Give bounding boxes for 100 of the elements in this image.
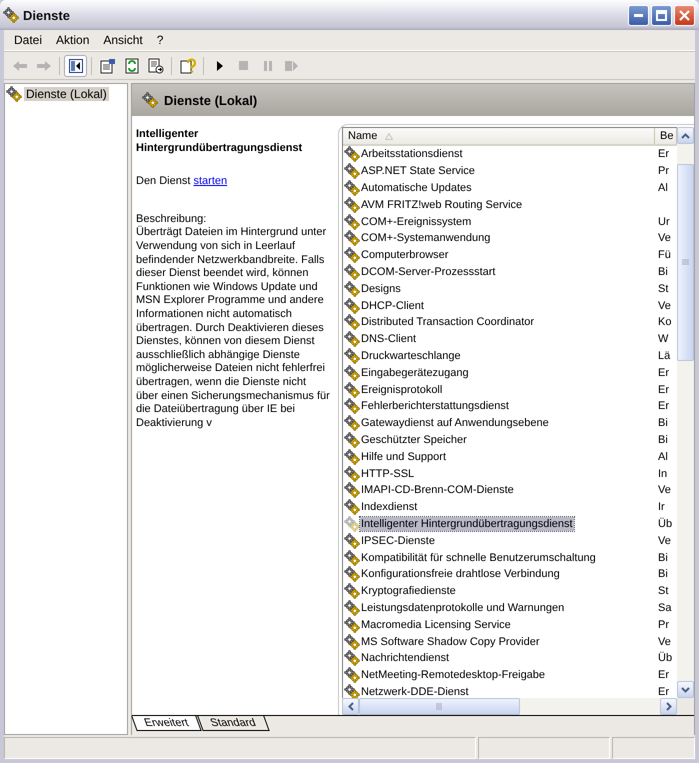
service-name-cell[interactable]: COM+-Systemanwendung — [360, 231, 492, 246]
service-name-cell[interactable]: Netzwerk-DDE-Dienst — [360, 684, 470, 698]
table-cell: Bi — [658, 568, 668, 580]
sort-arrow-icon — [385, 132, 394, 140]
service-name: Intelligenter Hintergrundübertragungsdienst — [136, 128, 304, 156]
export-list-icon — [148, 58, 164, 74]
minimize-icon — [634, 14, 643, 16]
panel-toggle-icon — [68, 58, 82, 72]
table-cell: Al — [658, 450, 668, 463]
table-cell: Bi — [658, 417, 668, 430]
service-name-cell[interactable]: DCOM-Server-Prozessstart — [360, 264, 496, 279]
service-name-cell[interactable]: IPSEC-Dienste — [360, 534, 436, 548]
table-cell: Al — [658, 182, 668, 194]
service-name-cell[interactable]: COM+-Ereignissystem — [360, 214, 472, 229]
table-cell: Pr — [658, 618, 669, 631]
table-cell: Bi — [658, 266, 668, 278]
service-name-cell[interactable]: ASP.NET State Service — [360, 164, 476, 178]
service-name-cell[interactable]: Ereignisprotokoll — [360, 382, 444, 397]
table-cell: Pr — [658, 165, 669, 178]
pause-icon — [264, 60, 272, 70]
service-name-cell[interactable]: AVM FRITZ!web Routing Service — [360, 198, 524, 212]
minimize-button[interactable] — [628, 4, 649, 26]
table-cell: St — [658, 585, 668, 598]
menu-item[interactable]: Datei — [8, 32, 48, 48]
service-name-cell[interactable]: Indexdienst — [360, 500, 418, 514]
table-cell: Er — [658, 366, 669, 379]
close-icon — [679, 10, 690, 20]
service-name-cell[interactable]: HTTP-SSL — [360, 466, 416, 481]
service-name-cell[interactable]: NetMeeting-Remotedesktop-Freigabe — [360, 668, 546, 682]
table-cell: Ve — [658, 484, 671, 496]
maximize-icon — [656, 10, 667, 20]
restart-icon — [285, 60, 298, 70]
stop-icon — [239, 61, 248, 70]
help-icon — [180, 58, 196, 74]
app-gear-icon — [3, 7, 19, 23]
service-name-cell[interactable]: Macromedia Licensing Service — [360, 618, 512, 632]
service-name-cell[interactable]: Computerbrowser — [360, 248, 450, 262]
table-cell: Er — [658, 400, 669, 412]
window-title: Dienste — [23, 8, 71, 22]
description-text: Überträgt Dateien im Hintergrund unter Verwendung von sich in Leerlauf befindender Netzwerkbandbreite. Falls dieser Dienst beendet wird, können Funktionen wie Windows Update und MSN Explorer Programme und andere Informationen nicht automatisch übertragen. Durch Deaktivieren dieses Dienstes, können von diesem Dienst ausschließlich abhängige Dienste möglicherweise Dateien nicht fehlerfrei übertragen, wenn die Dienste nicht über einen Sicherungsmechanismus für die Dateiübertragung über IE bei Deaktivierung v — [136, 226, 330, 430]
table-cell: Ve — [658, 636, 671, 648]
table-cell: Ve — [658, 300, 671, 312]
refresh-icon — [124, 58, 138, 74]
service-name-cell[interactable]: DHCP-Client — [360, 298, 425, 313]
table-cell: Er — [658, 148, 669, 160]
service-gear-icon — [344, 516, 360, 532]
service-name-cell[interactable]: IMAPI-CD-Brenn-COM-Dienste — [360, 483, 515, 498]
grip-icon — [682, 259, 689, 266]
service-name-cell[interactable]: Nachrichtendienst — [360, 651, 450, 666]
service-name-cell[interactable]: DNS-Client — [360, 332, 418, 346]
table-cell: In — [658, 468, 668, 480]
service-name-cell[interactable]: Designs — [360, 282, 402, 296]
table-cell: Fü — [658, 249, 671, 262]
table-cell: Er — [658, 686, 669, 698]
horizontal-scrollbar[interactable] — [342, 698, 694, 715]
service-name-cell[interactable]: Automatische Updates — [360, 180, 473, 195]
table-cell: Er — [658, 384, 669, 396]
action-text: Den Dienst — [136, 175, 190, 188]
table-cell: Üb — [658, 518, 672, 530]
view-tab[interactable]: Standard — [198, 716, 270, 731]
table-cell: Ko — [658, 316, 672, 328]
toolbar-button[interactable] — [64, 54, 87, 76]
play-icon — [216, 60, 224, 70]
service-name-cell[interactable]: Konfigurationsfreie drahtlose Verbindung — [360, 567, 561, 582]
service-name-cell[interactable]: MS Software Shadow Copy Provider — [360, 634, 541, 648]
table-cell: Er — [658, 669, 669, 682]
table-cell: Ur — [658, 216, 670, 228]
service-name-cell[interactable]: Distributed Transaction Coordinator — [360, 315, 536, 330]
back-arrow-icon — [12, 60, 26, 72]
vertical-scrollbar[interactable] — [677, 127, 694, 698]
service-name-cell[interactable]: Kryptografiedienste — [360, 584, 457, 598]
service-name-cell[interactable]: Gatewaydienst auf Anwendungsebene — [360, 416, 550, 430]
start-link[interactable]: starten — [193, 175, 228, 188]
menu-item[interactable]: Aktion — [50, 32, 96, 48]
grip-icon — [436, 703, 443, 710]
service-name-cell[interactable]: Leistungsdatenprotokolle und Warnungen — [360, 600, 566, 615]
service-name-cell[interactable]: Geschützter Speicher — [360, 432, 468, 447]
service-name-cell[interactable]: Intelligenter Hintergrundübertragungsdienst — [360, 516, 574, 531]
maximize-button[interactable] — [651, 4, 672, 26]
column-header[interactable]: Name — [343, 128, 655, 144]
service-name-cell[interactable]: Fehlerberichterstattungsdienst — [360, 399, 510, 414]
forward-arrow-icon — [36, 60, 50, 72]
table-cell: Lä — [658, 350, 670, 362]
menu-item[interactable]: ? — [150, 32, 170, 48]
scroll-up-icon — [681, 132, 690, 138]
view-tab[interactable]: Erweitert — [131, 716, 202, 731]
close-button[interactable] — [674, 4, 695, 26]
header-gear-icon — [142, 92, 158, 108]
menu-item[interactable]: Ansicht — [97, 32, 149, 48]
tree-item[interactable]: Dienste (Lokal) — [24, 87, 109, 101]
service-name-cell[interactable]: Arbeitsstationsdienst — [360, 147, 464, 162]
table-cell: St — [658, 282, 668, 295]
service-name-cell[interactable]: Druckwarteschlange — [360, 348, 462, 363]
properties-icon — [100, 58, 116, 74]
table-cell: W — [658, 333, 668, 346]
service-name-cell[interactable]: Eingabegerätezugang — [360, 366, 470, 380]
service-name-cell[interactable]: Kompatibilität für schnelle Benutzerumschaltung — [360, 550, 597, 565]
table-cell: Ve — [658, 534, 671, 547]
service-name-cell[interactable]: Hilfe und Support — [360, 450, 447, 464]
pane-title: Dienste (Lokal) — [164, 92, 258, 108]
